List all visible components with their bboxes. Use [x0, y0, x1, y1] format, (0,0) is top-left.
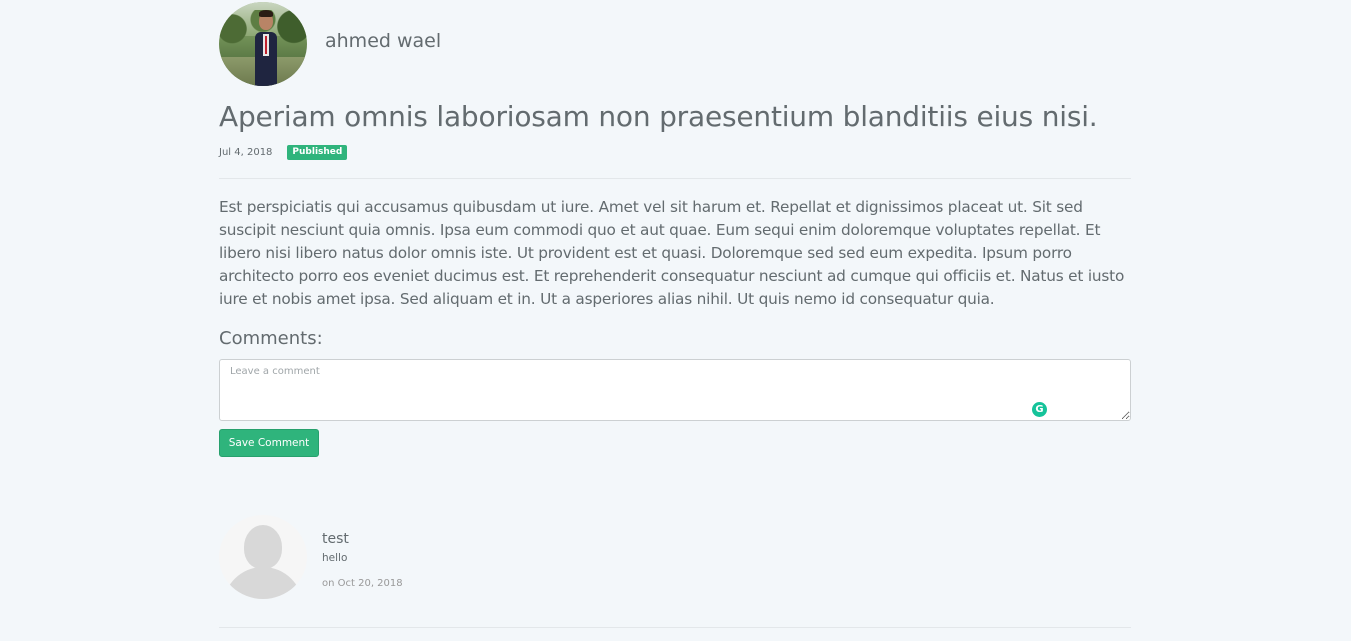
avatar-photo-tie [265, 36, 267, 54]
comment-input[interactable] [219, 359, 1131, 421]
comment-author: test [322, 531, 349, 547]
grammarly-icon[interactable]: G [1032, 402, 1047, 417]
post-meta: Jul 4, 2018 Published [219, 145, 348, 160]
avatar-photo-hair [259, 10, 273, 17]
status-badge: Published [287, 145, 348, 160]
post-date: Jul 4, 2018 [219, 147, 273, 158]
comments-heading: Comments: [219, 328, 323, 349]
author-avatar [219, 2, 307, 86]
user-silhouette-head [244, 525, 282, 569]
post-body: Est perspiciatis qui accusamus quibusdam… [219, 198, 1125, 308]
post-title: Aperiam omnis laboriosam non praesentium… [219, 100, 1098, 133]
comment-avatar [219, 515, 307, 599]
author-name: ahmed wael [325, 29, 442, 52]
comment-text: hello [322, 552, 348, 564]
comment-date: on Oct 20, 2018 [322, 578, 403, 589]
comment-item: test hello on Oct 20, 2018 [219, 515, 1131, 600]
user-silhouette-shoulders [223, 567, 303, 599]
save-comment-button[interactable]: Save Comment [219, 429, 319, 457]
author-header: ahmed wael [219, 2, 441, 86]
divider [219, 627, 1131, 628]
divider [219, 178, 1131, 179]
